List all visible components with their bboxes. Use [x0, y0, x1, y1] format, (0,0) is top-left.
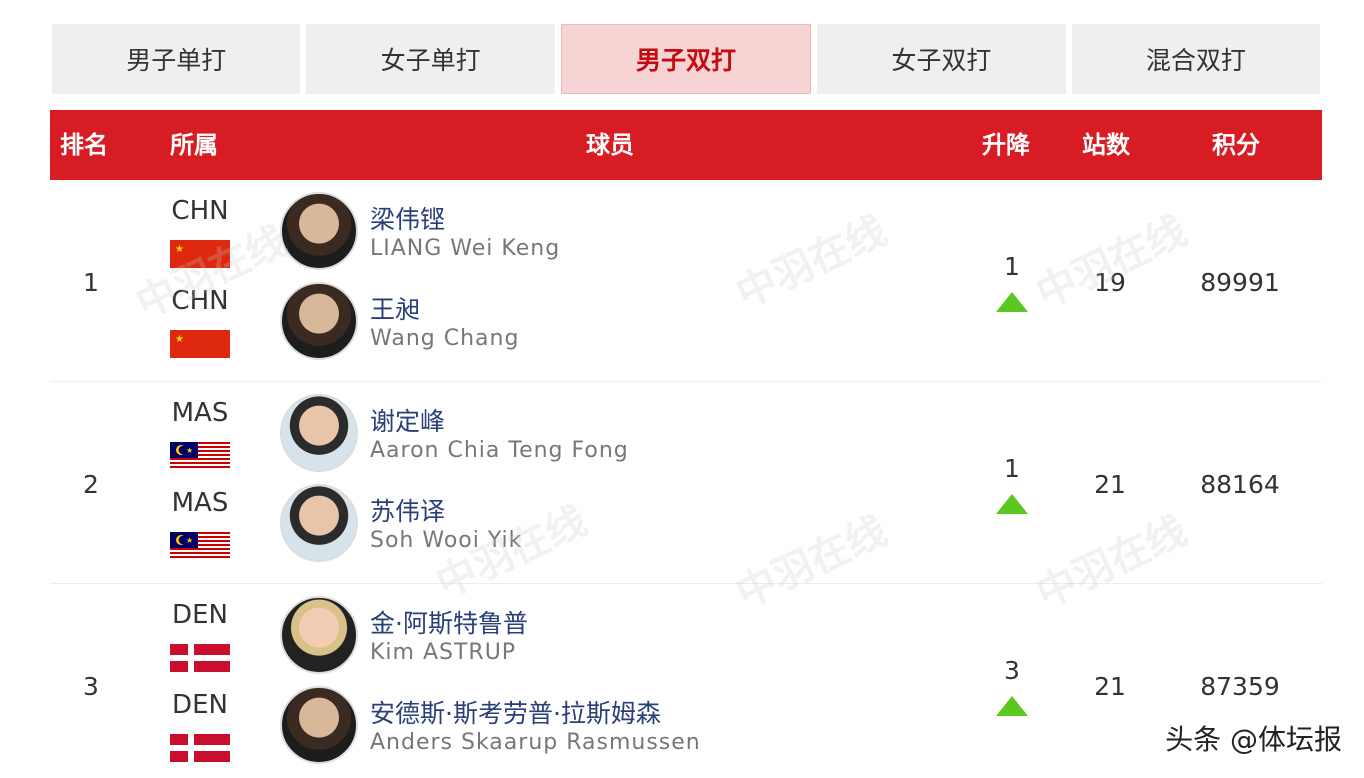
player-entry: DEN 安德斯·斯考劳普·拉斯姆森 Anders Skaarup Rasmuss… — [50, 686, 1322, 778]
table-row: 2 MAS ★ 谢定峰 Aaron Chia Teng Fong MAS ★ 苏… — [50, 392, 1322, 584]
china-flag-icon: ★ — [170, 330, 230, 358]
rank-up-icon — [996, 494, 1028, 514]
denmark-flag-icon — [170, 734, 230, 762]
player-english-name: LIANG Wei Keng — [370, 236, 561, 261]
country-code: CHN — [171, 286, 229, 316]
player-chinese-name[interactable]: 金·阿斯特鲁普 — [370, 604, 528, 640]
rank-change-value: 1 — [1004, 454, 1020, 483]
player-entry: CHN ★ 梁伟铿 LIANG Wei Keng — [50, 192, 1322, 284]
points-value: 89991 — [1200, 268, 1280, 297]
malaysia-flag-icon: ★ — [170, 532, 230, 560]
player-avatar — [280, 394, 358, 472]
source-credit: 头条 @体坛报 — [1165, 723, 1342, 756]
china-flag-icon: ★ — [170, 240, 230, 268]
player-avatar — [280, 192, 358, 270]
country-code: DEN — [172, 690, 228, 720]
player-english-name: Kim ASTRUP — [370, 640, 517, 665]
player-english-name: Wang Chang — [370, 326, 520, 351]
player-entry: MAS ★ 谢定峰 Aaron Chia Teng Fong — [50, 394, 1322, 486]
malaysia-flag-icon: ★ — [170, 442, 230, 470]
tab-womens-singles[interactable]: 女子单打 — [306, 24, 555, 94]
events-count: 19 — [1094, 268, 1126, 297]
player-chinese-name[interactable]: 安德斯·斯考劳普·拉斯姆森 — [370, 694, 661, 730]
svg-text:★: ★ — [186, 536, 193, 545]
tab-womens-doubles[interactable]: 女子双打 — [817, 24, 1066, 94]
player-english-name: Soh Wooi Yik — [370, 528, 523, 553]
rank-change-value: 1 — [1004, 252, 1020, 281]
player-avatar — [280, 484, 358, 562]
rank-up-icon — [996, 696, 1028, 716]
rank-up-icon — [996, 292, 1028, 312]
column-header-points: 积分 — [1212, 131, 1260, 159]
player-entry: CHN ★ 王昶 Wang Chang — [50, 282, 1322, 374]
table-header: 排名 所属 球员 升降 站数 积分 — [50, 110, 1322, 180]
player-avatar — [280, 686, 358, 764]
points-value: 87359 — [1200, 672, 1280, 701]
svg-text:★: ★ — [175, 334, 184, 345]
player-english-name: Anders Skaarup Rasmussen — [370, 730, 701, 755]
events-count: 21 — [1094, 672, 1126, 701]
country-code: MAS — [171, 488, 229, 518]
player-entry: MAS ★ 苏伟译 Soh Wooi Yik — [50, 484, 1322, 576]
player-chinese-name[interactable]: 王昶 — [370, 290, 420, 326]
tab-mens-doubles[interactable]: 男子双打 — [560, 24, 812, 94]
denmark-flag-icon — [170, 644, 230, 672]
column-header-player: 球员 — [586, 131, 634, 159]
svg-text:★: ★ — [186, 446, 193, 455]
table-row: 1 CHN ★ 梁伟铿 LIANG Wei Keng CHN ★ 王昶 Wang… — [50, 190, 1322, 382]
svg-text:★: ★ — [175, 244, 184, 255]
category-tabs: 男子单打 女子单打 男子双打 女子双打 混合双打 — [52, 24, 1321, 94]
table-row: 3 DEN 金·阿斯特鲁普 Kim ASTRUP DEN 安德斯·斯考劳普·拉斯… — [50, 594, 1322, 778]
tab-mixed-doubles[interactable]: 混合双打 — [1071, 24, 1321, 94]
player-avatar — [280, 282, 358, 360]
tab-mens-singles[interactable]: 男子单打 — [52, 24, 301, 94]
country-code: MAS — [171, 398, 229, 428]
column-header-country: 所属 — [170, 131, 218, 159]
player-english-name: Aaron Chia Teng Fong — [370, 438, 629, 463]
country-code: CHN — [171, 196, 229, 226]
column-header-rank: 排名 — [60, 131, 108, 159]
rank-change-value: 3 — [1004, 656, 1020, 685]
player-avatar — [280, 596, 358, 674]
player-chinese-name[interactable]: 梁伟铿 — [370, 200, 445, 236]
player-entry: DEN 金·阿斯特鲁普 Kim ASTRUP — [50, 596, 1322, 688]
column-header-events: 站数 — [1082, 131, 1130, 159]
points-value: 88164 — [1200, 470, 1280, 499]
column-header-change: 升降 — [982, 131, 1030, 159]
events-count: 21 — [1094, 470, 1126, 499]
player-chinese-name[interactable]: 苏伟译 — [370, 492, 445, 528]
player-chinese-name[interactable]: 谢定峰 — [370, 402, 445, 438]
country-code: DEN — [172, 600, 228, 630]
